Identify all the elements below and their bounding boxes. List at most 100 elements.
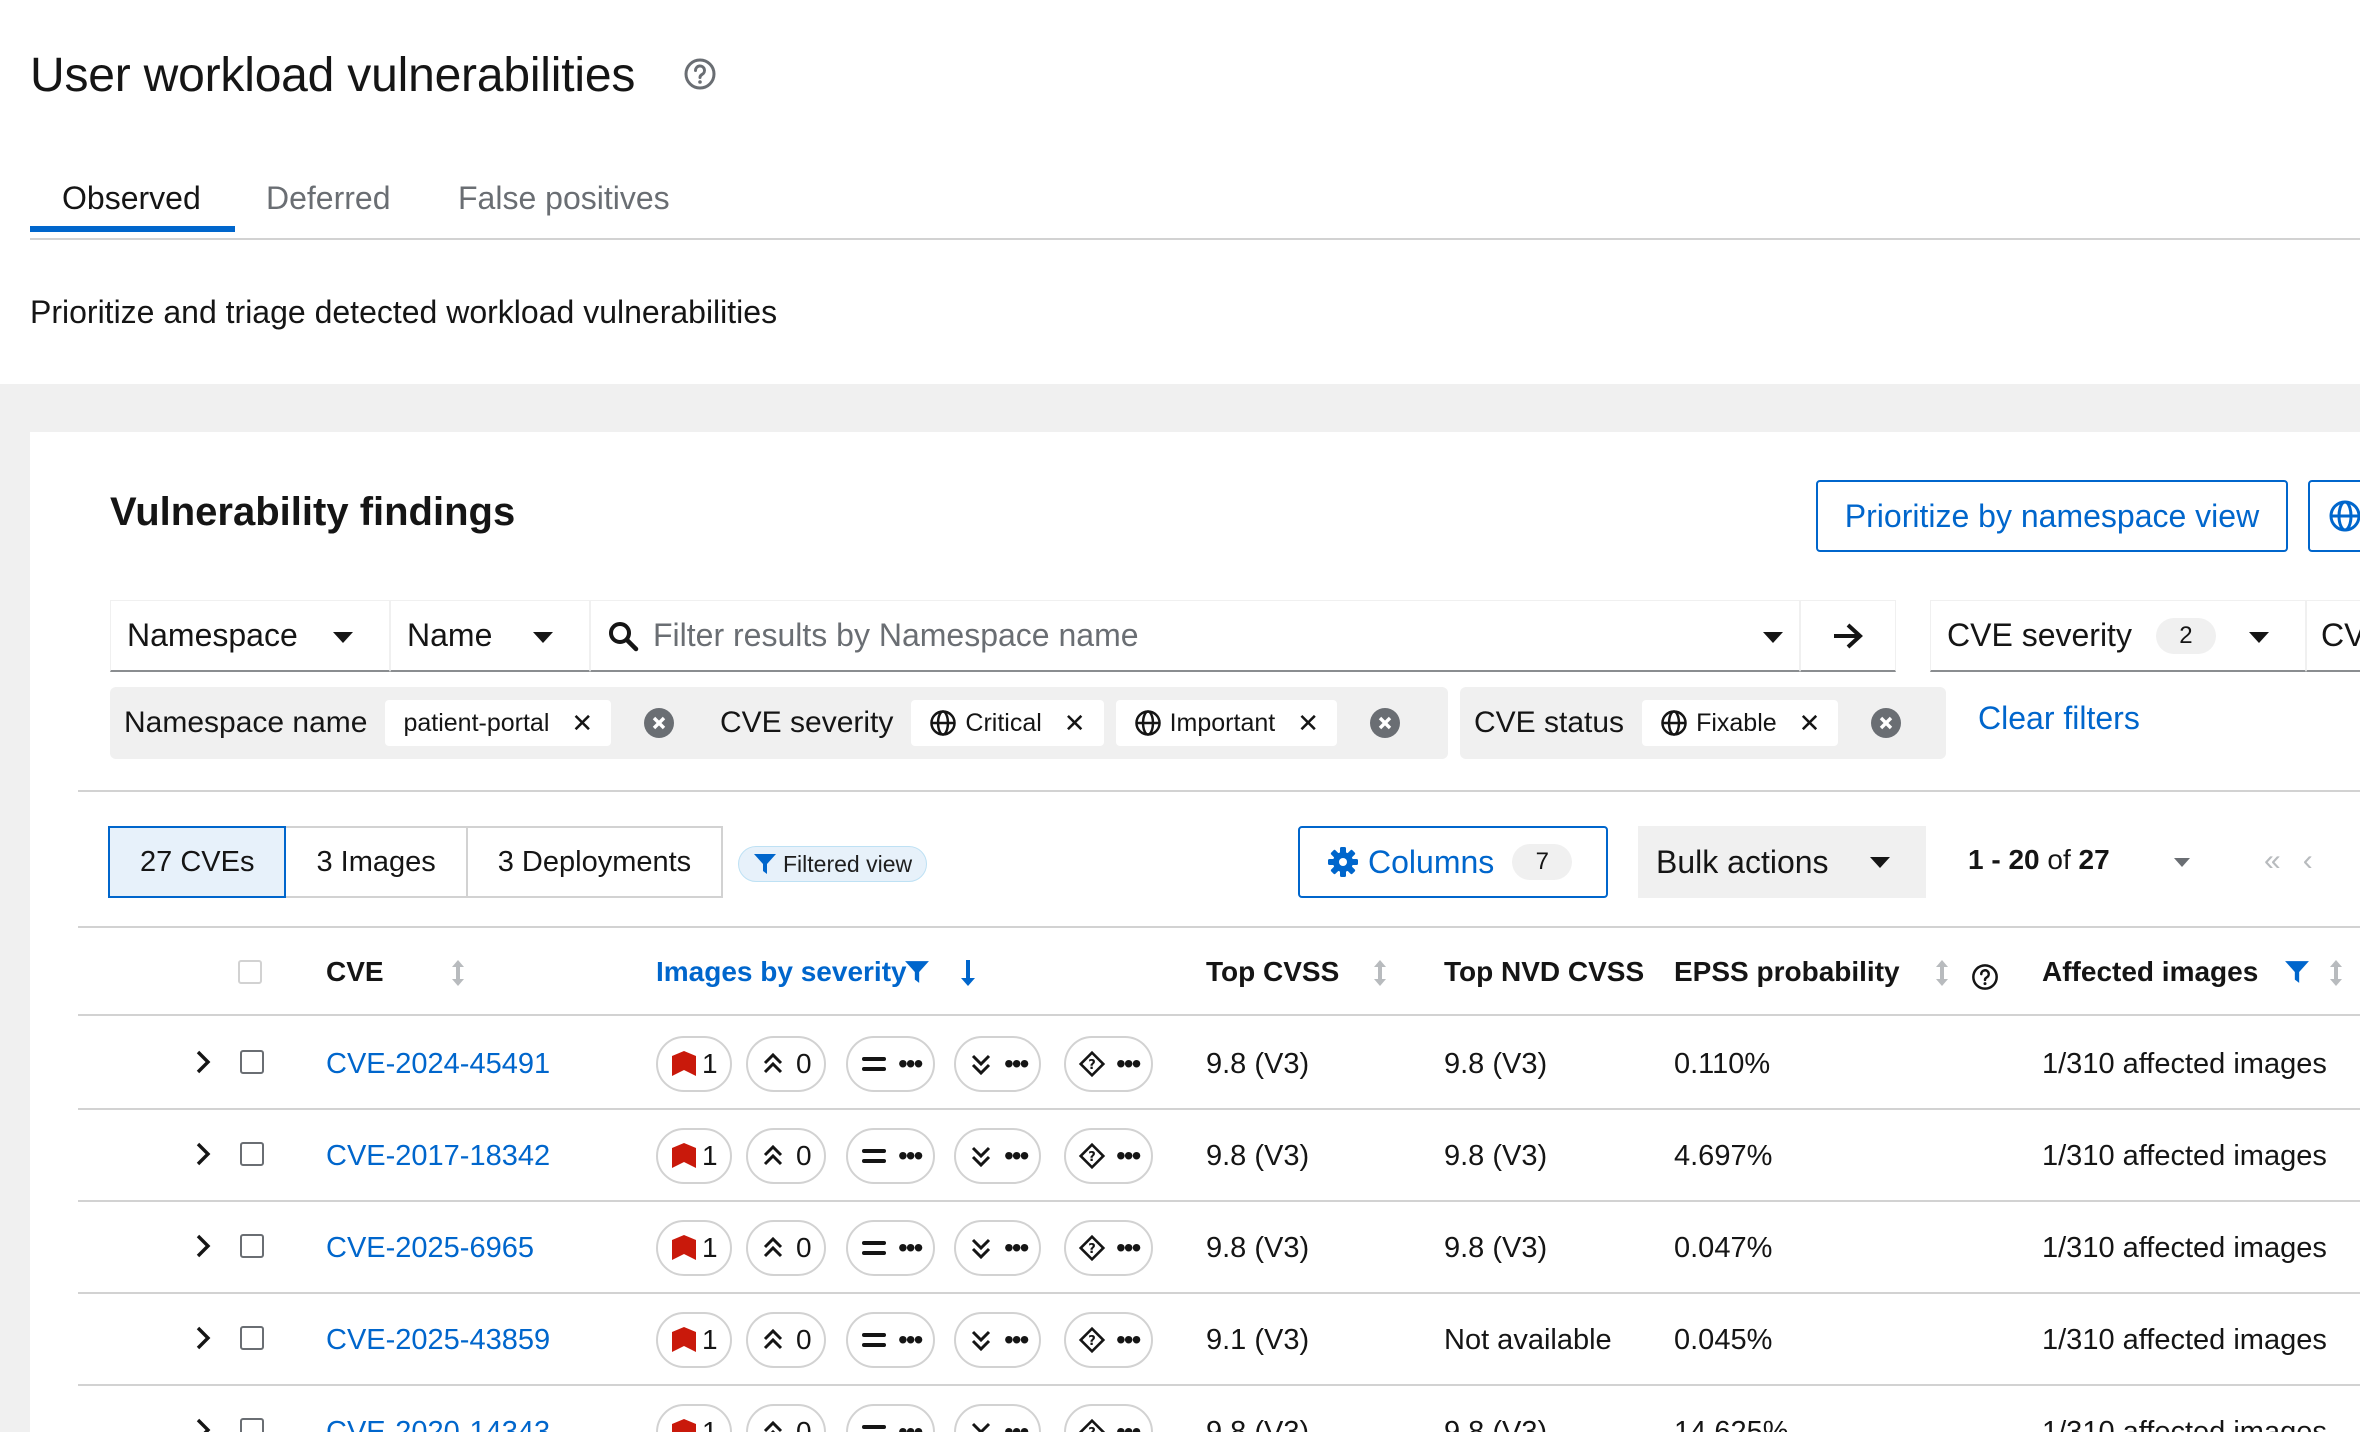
expand-row-icon[interactable]	[194, 1232, 212, 1260]
column-header-images-by-severity[interactable]: Images by severity	[656, 956, 907, 988]
clear-group-icon[interactable]	[1870, 707, 1902, 739]
svg-text:?: ?	[1088, 1150, 1096, 1165]
affected-images-value: 1/310 affected images	[2042, 1324, 2327, 1356]
severity-unknown-count: ? •••	[1064, 1036, 1154, 1092]
cve-link[interactable]: CVE-2025-43859	[326, 1324, 550, 1357]
pagination-toggle[interactable]: 1 - 20 of 27	[1968, 844, 2190, 876]
filter-chip-label: Fixable	[1696, 708, 1777, 737]
expand-row-icon[interactable]	[194, 1324, 212, 1352]
column-header-top-cvss[interactable]: Top CVSS	[1206, 956, 1339, 988]
entity-select[interactable]: Namespace	[110, 600, 390, 672]
row-checkbox[interactable]	[240, 1142, 264, 1166]
sort-icon[interactable]	[1934, 958, 1950, 988]
columns-button-label: Columns	[1368, 843, 1495, 880]
row-checkbox[interactable]	[240, 1050, 264, 1074]
severity-low-count: •••	[954, 1220, 1042, 1276]
top-nvd-cvss-value: Not available	[1444, 1324, 1612, 1356]
page-header: User workload vulnerabilities Observed D…	[0, 0, 2360, 384]
clear-filters-link[interactable]: Clear filters	[1978, 700, 2140, 737]
toggle-deployments[interactable]: 3 Deployments	[465, 826, 724, 898]
clear-group-icon[interactable]	[643, 707, 675, 739]
top-nvd-cvss-value: 9.8 (V3)	[1444, 1416, 1548, 1432]
cve-link[interactable]: CVE-2025-6965	[326, 1232, 534, 1265]
expand-row-icon[interactable]	[194, 1048, 212, 1076]
epss-probability-value: 4.697%	[1674, 1140, 1773, 1172]
equals-icon	[862, 1241, 886, 1255]
severity-critical-count: 1	[656, 1312, 732, 1368]
row-checkbox[interactable]	[240, 1234, 264, 1258]
filtered-view-badge: Filtered view	[738, 846, 928, 882]
severity-moderate-count: •••	[846, 1220, 936, 1276]
chevrons-down-icon	[971, 1146, 991, 1168]
sort-icon[interactable]	[450, 958, 466, 988]
toggle-label: 27 CVEs	[140, 845, 255, 878]
column-header-epss-probability[interactable]: EPSS probability	[1674, 956, 1900, 988]
pagination-range: 1 - 20	[1968, 844, 2040, 875]
tab-false-positives[interactable]: False positives	[458, 180, 670, 240]
manage-columns-button[interactable]: Columns 7	[1298, 826, 1608, 898]
remove-chip-icon[interactable]: ✕	[571, 708, 593, 739]
cve-link[interactable]: CVE-2017-18342	[326, 1140, 550, 1173]
sort-icon[interactable]	[1372, 958, 1388, 988]
critical-severity-icon	[672, 1051, 696, 1076]
cve-severity-select[interactable]: CVE severity 2	[1930, 600, 2306, 672]
cve-status-select[interactable]: CV	[2306, 600, 2360, 672]
caret-down-icon[interactable]	[1763, 632, 1783, 643]
chevrons-up-icon	[763, 1328, 783, 1350]
search-input[interactable]: Filter results by Namespace name	[590, 600, 1800, 672]
remove-chip-icon[interactable]: ✕	[1799, 708, 1821, 739]
filter-icon	[905, 961, 929, 983]
unknown-severity-icon: ?	[1078, 1234, 1106, 1262]
sort-icon[interactable]	[2328, 958, 2344, 988]
apply-filter-button[interactable]	[1800, 600, 1896, 672]
gear-icon	[1328, 847, 1358, 877]
clear-group-icon[interactable]	[1369, 707, 1401, 739]
first-page-icon[interactable]: «	[2264, 844, 2303, 877]
severity-critical-count: 1	[656, 1036, 732, 1092]
search-icon	[609, 621, 639, 651]
help-icon[interactable]	[1970, 962, 2000, 992]
cve-severity-count-badge: 2	[2155, 617, 2216, 654]
remove-chip-icon[interactable]: ✕	[1297, 708, 1319, 739]
section-divider	[78, 926, 2360, 928]
tab-deferred[interactable]: Deferred	[266, 180, 391, 240]
cve-link[interactable]: CVE-2024-45491	[326, 1048, 550, 1081]
cve-link[interactable]: CVE-2020-14343	[326, 1416, 550, 1432]
unknown-severity-icon: ?	[1078, 1050, 1106, 1078]
severity-critical-count: 1	[656, 1128, 732, 1184]
row-checkbox[interactable]	[240, 1326, 264, 1350]
attribute-select[interactable]: Name	[390, 600, 590, 672]
row-checkbox[interactable]	[240, 1418, 264, 1432]
affected-images-value: 1/310 affected images	[2042, 1232, 2327, 1264]
filtered-view-label: Filtered view	[783, 850, 913, 877]
chip-group-cve-severity: CVE severity Critical ✕ Important ✕	[706, 687, 1448, 759]
column-header-affected-images[interactable]: Affected images	[2042, 956, 2258, 988]
column-header-cve[interactable]: CVE	[326, 956, 384, 988]
expand-row-icon[interactable]	[194, 1416, 212, 1432]
toggle-cves[interactable]: 27 CVEs	[108, 826, 287, 898]
caret-down-icon	[2174, 858, 2190, 867]
chip-group-namespace: Namespace name patient-portal ✕	[110, 687, 722, 759]
caret-down-icon	[533, 632, 553, 643]
remove-chip-icon[interactable]: ✕	[1064, 708, 1086, 739]
global-view-button[interactable]	[2308, 480, 2360, 552]
severity-unknown-count: ? •••	[1064, 1220, 1154, 1276]
severity-important-count: 0	[746, 1220, 826, 1276]
previous-page-icon[interactable]: ‹	[2303, 844, 2335, 877]
expand-row-icon[interactable]	[194, 1140, 212, 1168]
entity-toggle-group: 27 CVEs 3 Images 3 Deployments	[108, 826, 724, 898]
sort-descending-icon[interactable]	[960, 958, 976, 988]
help-icon[interactable]	[682, 56, 718, 92]
top-cvss-value: 9.8 (V3)	[1206, 1048, 1310, 1080]
bulk-actions-dropdown[interactable]: Bulk actions	[1638, 826, 1926, 898]
unknown-severity-icon: ?	[1078, 1418, 1106, 1432]
table-header-row: CVE Images by severity Top CVSS Top NVD …	[78, 930, 2360, 1016]
prioritize-by-namespace-button[interactable]: Prioritize by namespace view	[1816, 480, 2288, 552]
toggle-images[interactable]: 3 Images	[284, 826, 468, 898]
top-cvss-value: 9.8 (V3)	[1206, 1416, 1310, 1432]
select-all-checkbox[interactable]	[238, 960, 262, 984]
equals-icon	[862, 1333, 886, 1347]
table-row: CVE-2020-14343 1 0 ••• ••• ? ••• 9.8 (V3…	[78, 1386, 2360, 1432]
chevrons-down-icon	[971, 1330, 991, 1352]
epss-probability-value: 0.110%	[1674, 1048, 1771, 1080]
